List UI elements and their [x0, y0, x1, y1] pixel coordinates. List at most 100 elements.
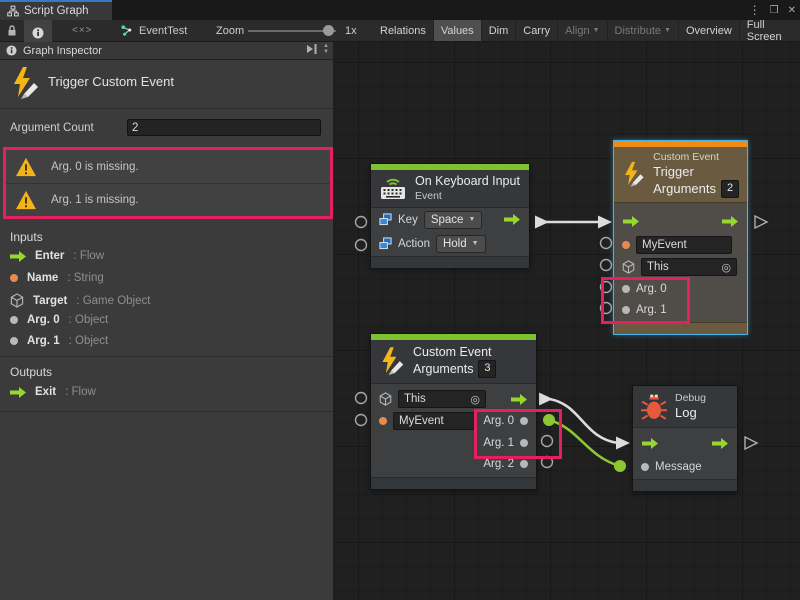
- unity-script-graph-window: Script Graph ⋮ ❒ ✕ <×>: [0, 0, 800, 600]
- flow-out-port[interactable]: [503, 214, 521, 225]
- script-graph-icon: [7, 5, 19, 17]
- graph-inspector-panel: Graph Inspector ▲▼ Trigger Custom Event …: [0, 42, 335, 600]
- zoom-slider[interactable]: [248, 20, 336, 41]
- info-icon: [32, 27, 44, 39]
- port-label: Key: [398, 214, 418, 226]
- string-port-icon: [10, 274, 18, 282]
- event-name-field[interactable]: MyEvent: [393, 412, 477, 430]
- argument-count-label: Argument Count: [10, 122, 94, 134]
- zoom-slider-handle[interactable]: [323, 25, 334, 36]
- argument-count-badge: 2: [721, 180, 739, 198]
- toolbar-button-distribute[interactable]: Distribute▼: [608, 20, 679, 41]
- argument-count-row: Argument Count: [0, 118, 333, 142]
- window-maximize-icon[interactable]: ❒: [770, 5, 779, 16]
- graph-toolbar: <×> EventTest Zoom 1x Relations Values D…: [0, 20, 800, 42]
- warning-row: Arg. 0 is missing.: [6, 150, 330, 183]
- gameobject-cube-icon: [10, 293, 24, 308]
- message-row: Message: [633, 456, 737, 478]
- toolbar-button-overview[interactable]: Overview: [679, 20, 740, 41]
- flow-row: [614, 209, 747, 233]
- tab-bar: Script Graph ⋮ ❒ ✕: [0, 0, 800, 20]
- flow-out-hollow-arrow[interactable]: [755, 216, 767, 228]
- argument-count-input[interactable]: [127, 119, 321, 136]
- flow-in-port[interactable]: [641, 438, 659, 449]
- dock-panel-icon[interactable]: [305, 43, 319, 55]
- gameobject-cube-icon[interactable]: [622, 260, 635, 274]
- toolbar-button-carry[interactable]: Carry: [516, 20, 558, 41]
- object-port[interactable]: [641, 463, 649, 471]
- info-icon: [6, 45, 17, 56]
- port-list-item: Target: Game Object: [10, 293, 150, 308]
- graph-name: EventTest: [139, 25, 187, 37]
- string-port[interactable]: [622, 241, 630, 249]
- toolbar-button-align[interactable]: Align▼: [558, 20, 607, 41]
- enum-icon: [379, 213, 392, 226]
- object-picker-icon[interactable]: ◎: [470, 393, 480, 406]
- code-view-button[interactable]: <×>: [72, 20, 93, 41]
- custom-event-icon: [622, 159, 645, 191]
- toolbar-button-fullscreen[interactable]: Full Screen: [740, 20, 800, 41]
- custom-event-icon: [10, 66, 40, 102]
- lock-icon[interactable]: [6, 20, 18, 41]
- flow-out-hollow-arrow[interactable]: [745, 437, 757, 449]
- graph-breadcrumb[interactable]: EventTest: [120, 20, 187, 41]
- event-name-field[interactable]: MyEvent: [636, 236, 732, 254]
- port-list-item: Enter: Flow: [10, 250, 104, 262]
- object-port-icon: [10, 316, 18, 324]
- inputs-section-title: Inputs: [10, 230, 43, 244]
- toolbar-button-relations[interactable]: Relations: [373, 20, 434, 41]
- node-title: Log: [675, 405, 706, 421]
- node-title: Custom Event: [413, 345, 496, 361]
- object-picker-icon[interactable]: ◎: [721, 261, 731, 274]
- warning-icon: [15, 157, 37, 177]
- value-wire-end[interactable]: [614, 460, 626, 472]
- key-dropdown[interactable]: Space▼: [424, 211, 483, 229]
- flow-arrow-icon: [10, 387, 26, 398]
- key-row: Key Space▼: [371, 208, 529, 232]
- string-port[interactable]: [379, 417, 387, 425]
- tab-script-graph[interactable]: Script Graph: [0, 0, 112, 20]
- target-row: This ◎: [371, 388, 536, 410]
- enum-icon: [379, 237, 392, 250]
- flow-out-port[interactable]: [711, 438, 729, 449]
- chevron-down-icon: ▼: [593, 27, 600, 34]
- port-list-item: Name: String: [10, 272, 104, 284]
- action-row: Action Hold▼: [371, 232, 529, 256]
- target-field[interactable]: This ◎: [398, 390, 486, 408]
- flow-in-port[interactable]: [622, 216, 640, 227]
- chevron-down-icon: ▼: [468, 216, 475, 223]
- port-list-item: Exit: Flow: [10, 386, 96, 398]
- window-menu-icon[interactable]: ⋮: [749, 3, 761, 17]
- tab-title: Script Graph: [24, 5, 89, 17]
- target-field[interactable]: This ◎: [641, 258, 737, 276]
- arguments-label: Arguments: [653, 181, 716, 197]
- object-out-port[interactable]: [520, 460, 528, 468]
- keyboard-event-icon: [379, 175, 407, 201]
- flow-arrow-icon: [10, 251, 26, 262]
- inspected-unit-header: Trigger Custom Event: [0, 60, 333, 109]
- panel-title: Graph Inspector: [23, 45, 102, 57]
- graph-canvas[interactable]: On Keyboard Input Event Key Space▼: [335, 42, 800, 600]
- custom-event-icon: [379, 346, 405, 378]
- action-dropdown[interactable]: Hold▼: [436, 235, 486, 253]
- port-label: Message: [655, 461, 702, 473]
- flow-out-port[interactable]: [510, 394, 528, 405]
- wire-end-arrow: [598, 216, 612, 229]
- toolbar-button-dim[interactable]: Dim: [482, 20, 517, 41]
- gameobject-cube-icon[interactable]: [379, 392, 392, 406]
- node-debug-log[interactable]: Debug Log Message: [632, 385, 738, 492]
- flow-row: [633, 430, 737, 456]
- port-list-item: Arg. 0: Object: [10, 314, 108, 326]
- node-title: On Keyboard Input: [415, 174, 520, 190]
- port-label: Action: [398, 238, 430, 250]
- warning-icon: [15, 190, 37, 210]
- node-on-keyboard-input[interactable]: On Keyboard Input Event Key Space▼: [370, 163, 530, 268]
- flow-out-port[interactable]: [721, 216, 739, 227]
- arguments-label: Arguments: [413, 362, 473, 378]
- toolbar-button-values[interactable]: Values: [434, 20, 482, 41]
- panel-spinner[interactable]: ▲▼: [323, 43, 329, 55]
- zoom-label: Zoom: [216, 20, 244, 41]
- wire-end-arrow: [616, 437, 630, 450]
- window-close-icon[interactable]: ✕: [788, 5, 796, 16]
- node-kind: Debug: [675, 392, 706, 405]
